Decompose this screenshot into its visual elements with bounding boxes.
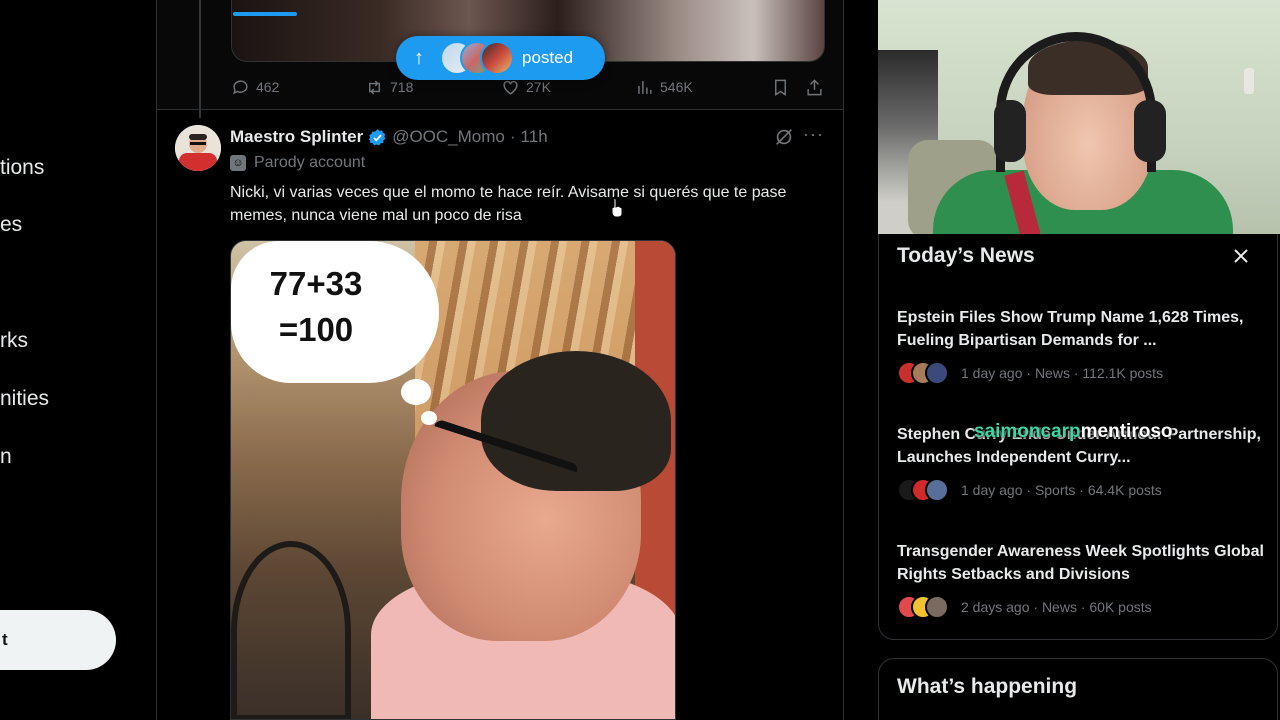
profile-picture [175,125,221,171]
thread-line [199,0,201,118]
news-item[interactable]: Transgender Awareness Week Spotlights Gl… [897,540,1267,619]
tweet-header: Maestro Splinter @OOC_Momo · 11h [230,126,548,148]
post-button[interactable]: t [0,610,116,670]
mouse-cursor-icon [611,197,623,218]
author-handle[interactable]: @OOC_Momo [392,127,505,147]
parody-text: Parody account [254,154,366,171]
like-count: 27K [526,79,551,95]
tweet-image[interactable]: 77+33 =100 [230,240,676,720]
avatar [925,361,949,385]
tweet-text: Nicki, vi varias veces que el momo te ha… [230,184,787,224]
chat-username: saimoncarp [974,421,1081,442]
posted-label: posted [522,48,574,67]
reply-button[interactable]: 462 [231,76,279,98]
views-count: 546K [660,79,693,95]
news-avatars [897,361,953,385]
author-name[interactable]: Maestro Splinter [230,127,363,147]
grok-icon[interactable] [773,126,795,148]
parody-mask-icon: ☺ [230,155,246,171]
thought-bubble: 77+33 =100 [231,241,439,383]
views-icon [638,80,652,94]
nav-item-messages[interactable]: es [0,213,22,237]
thought-bubble-dot [401,379,431,405]
headset-earcup [994,100,1026,162]
news-meta-row: 2 days ago · News · 60K posts [897,595,1267,619]
headset-earcup [1134,100,1166,162]
chat-message: mentiroso [1080,421,1173,442]
share-icon [807,78,822,95]
avatar [480,41,514,75]
arrow-up-icon: ↑ [414,46,424,69]
video-progress-bar [233,12,297,16]
news-item[interactable]: Epstein Files Show Trump Name 1,628 Time… [897,306,1267,385]
news-avatars [897,595,953,619]
more-options-icon[interactable]: ··· [803,124,824,145]
posted-avatars [440,41,514,75]
separator-dot: · [509,127,516,146]
news-title: Today’s News [897,244,1035,267]
nav-item-premium[interactable]: n [0,445,12,469]
nav-item-communities[interactable]: nities [0,387,49,411]
close-icon[interactable] [1231,246,1251,266]
share-button[interactable] [805,76,824,98]
thought-text: 77+33 =100 [269,265,363,348]
avatar [925,595,949,619]
timeline: 462 718 27K 546K ↑ posted Maestro Splint… [156,0,844,720]
repost-button[interactable]: 718 [365,76,413,98]
news-meta: 2 days ago · News · 60K posts [961,599,1152,615]
reply-count: 462 [256,79,280,95]
views-button[interactable]: 546K [635,76,693,98]
news-meta-row: 1 day ago · News · 112.1K posts [897,361,1267,385]
background-chair [231,541,351,719]
whats-happening-title: What’s happening [897,675,1078,698]
news-meta: 1 day ago · News · 112.1K posts [961,365,1164,381]
bookmark-icon [775,79,786,96]
news-meta-row: 1 day ago · Sports · 64.4K posts [897,478,1267,502]
parody-label: ☺ Parody account [230,154,365,172]
avatar [925,478,949,502]
heart-icon [503,80,518,95]
news-avatars [897,478,953,502]
new-posts-pill[interactable]: ↑ posted [396,36,605,80]
news-headline: Epstein Files Show Trump Name 1,628 Time… [897,309,1244,349]
reply-icon [233,79,248,94]
avatar[interactable] [175,125,221,171]
thought-bubble-dot [421,411,437,425]
chat-overlay-message: saimoncarpmentiroso [974,421,1173,443]
repost-count: 718 [390,79,414,95]
left-navigation: tions es rks nities n t [0,0,156,720]
verified-badge-icon [369,128,386,145]
nav-item-bookmarks[interactable]: rks [0,329,28,353]
webcam-feed [878,0,1280,234]
wall-outlet [1244,68,1254,94]
nav-item-notifications[interactable]: tions [0,156,44,180]
bookmark-button[interactable] [771,76,790,98]
whats-happening-panel: What’s happening [878,658,1278,720]
news-meta: 1 day ago · Sports · 64.4K posts [961,482,1162,498]
tweet-timestamp[interactable]: 11h [521,127,548,147]
repost-icon [369,80,380,94]
news-headline: Transgender Awareness Week Spotlights Gl… [897,543,1264,583]
